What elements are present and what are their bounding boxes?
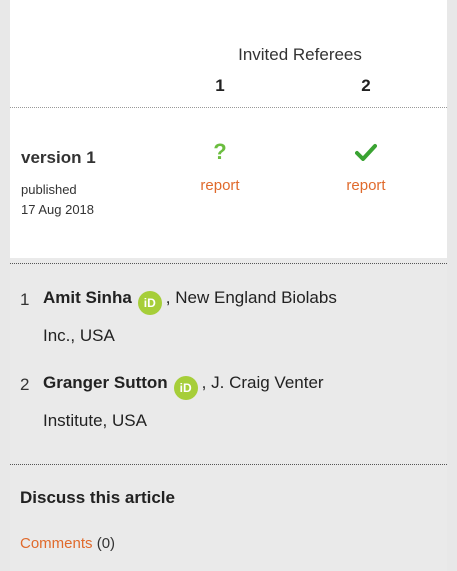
- report-link-2[interactable]: report: [326, 177, 406, 194]
- comments-row: Comments (0): [20, 535, 115, 552]
- check-icon: [346, 143, 386, 166]
- referee-panel: Invited Referees 1 2 version 1 published…: [10, 0, 447, 571]
- orcid-icon[interactable]: iD: [173, 376, 198, 400]
- referee-number-1: 1: [215, 76, 225, 95]
- referee-name: Granger Sutton: [43, 373, 168, 392]
- published-info: published 17 Aug 2018: [21, 180, 94, 220]
- comments-count: (0): [96, 535, 116, 552]
- referee-index: 1: [20, 290, 30, 309]
- referee-number-2: 2: [361, 76, 371, 95]
- divider: [10, 263, 447, 264]
- invited-referees-title: Invited Referees: [238, 45, 362, 64]
- referee-line: Amit Sinha iD, New England Biolabs: [43, 288, 337, 315]
- referee-index: 2: [20, 375, 30, 394]
- published-label: published: [21, 182, 77, 197]
- divider: [10, 107, 447, 108]
- version-label: version 1: [21, 148, 96, 167]
- discuss-title: Discuss this article: [20, 488, 175, 507]
- referee-affiliation-cont: Institute, USA: [43, 411, 147, 430]
- referee-affiliation: , J. Craig Venter: [201, 373, 324, 392]
- question-icon: ?: [213, 139, 227, 164]
- referee-affiliation-cont: Inc., USA: [43, 326, 115, 345]
- published-date: 17 Aug 2018: [21, 202, 95, 217]
- divider: [10, 464, 447, 465]
- referee-name: Amit Sinha: [43, 288, 132, 307]
- referee-affiliation: , New England Biolabs: [165, 288, 337, 307]
- referee-line: Granger Sutton iD, J. Craig Venter: [43, 373, 324, 400]
- report-link-1[interactable]: report: [180, 177, 260, 194]
- orcid-icon[interactable]: iD: [137, 291, 162, 315]
- comments-link[interactable]: Comments: [20, 535, 93, 552]
- referee-status-card: Invited Referees 1 2 version 1 published…: [10, 0, 447, 258]
